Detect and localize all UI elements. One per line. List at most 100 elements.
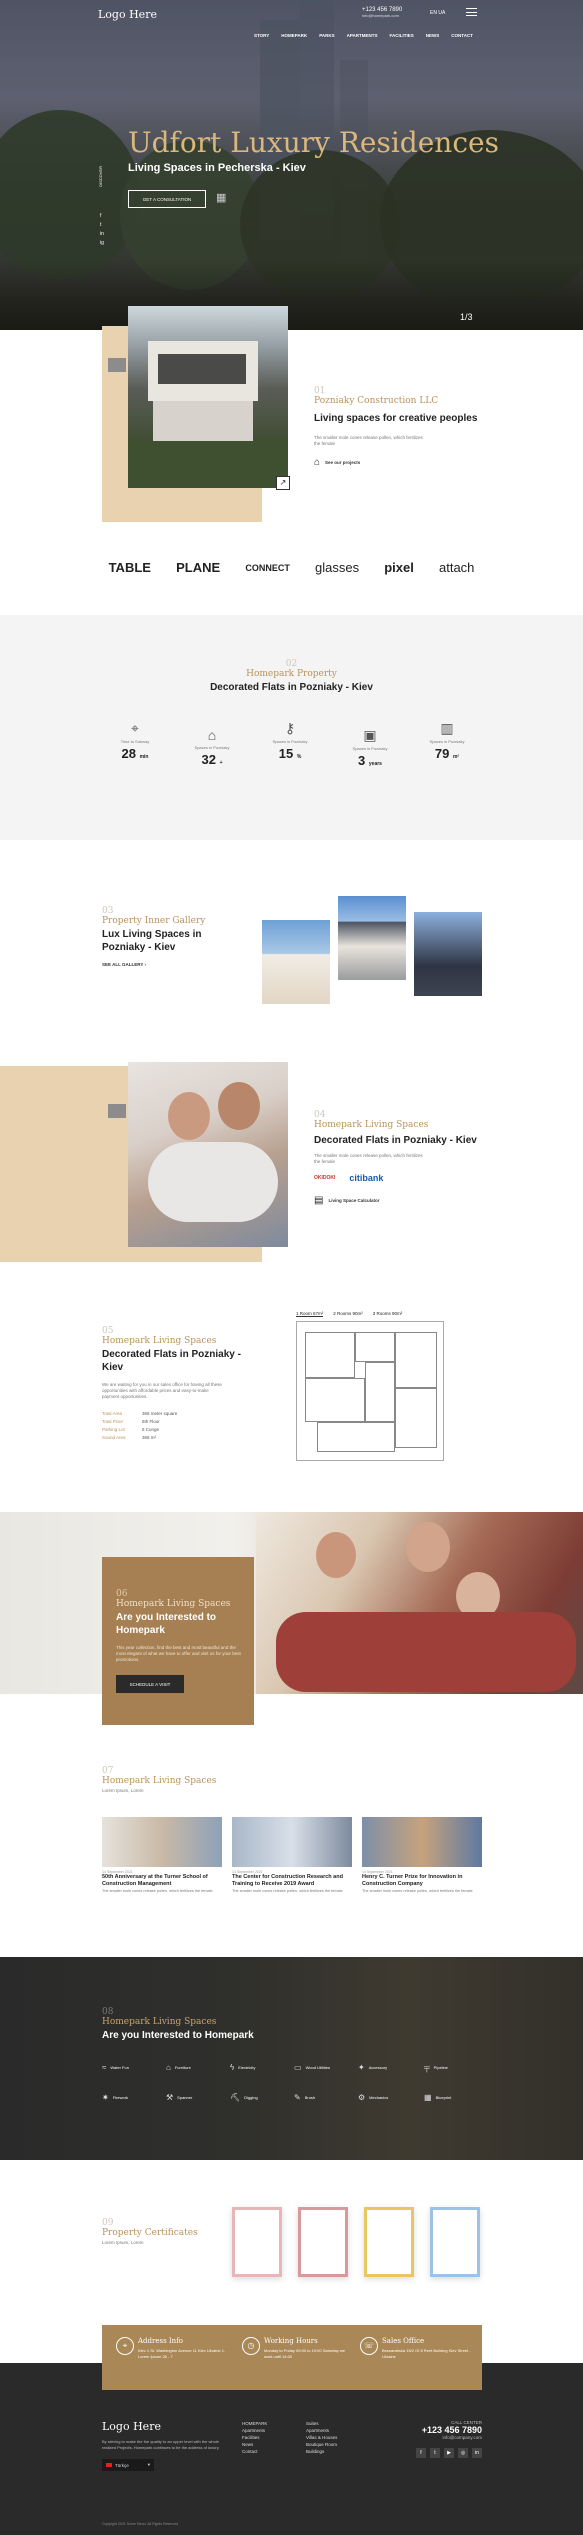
language-select[interactable]: Türkçe ▾ [102,2459,154,2471]
footer-link[interactable]: Boutique Room [306,2441,337,2448]
section-number: 01 [314,386,326,396]
certificate-image[interactable] [232,2207,282,2277]
service-item[interactable]: ⛏ Digging [230,2093,258,2102]
footer-link[interactable]: Buildings [306,2448,337,2455]
news-title[interactable]: 50th Anniversary at the Turner School of… [102,1874,222,1888]
person-shape [218,1082,260,1130]
tab-3-rooms[interactable]: 3 Rooms 90m² [373,1311,403,1317]
news-card: 14 September 2021 The Center for Constru… [232,1870,352,1894]
gallery-image[interactable] [262,920,330,1004]
service-item[interactable]: ✎ Brush [294,2093,315,2102]
gallery-link[interactable]: SEE ALL GALLERY › [102,962,212,967]
house-shape [153,401,253,441]
news-title[interactable]: Henry C. Turner Prize for Innovation in … [362,1874,482,1888]
news-title[interactable]: The Center for Construction Research and… [232,1874,352,1888]
site-logo[interactable]: Logo Here [98,8,157,21]
certificate-image[interactable] [364,2207,414,2277]
certificate-image[interactable] [298,2207,348,2277]
nav-item-news[interactable]: NEWS [426,33,440,38]
youtube-icon[interactable]: ▶ [444,2448,454,2458]
nav-item-contact[interactable]: CONTACT [451,33,473,38]
footer-link[interactable]: Apartments [306,2427,337,2434]
section-title: Homepark Property [246,669,337,679]
menu-icon[interactable] [466,8,477,16]
schedule-visit-button[interactable]: SCHEDULE A VISIT [116,1675,184,1693]
floor-plan [296,1321,444,1461]
slider-handle[interactable] [108,358,126,372]
brand-logo[interactable]: CONNECT [245,563,290,573]
gallery-image[interactable] [414,912,482,996]
partner-logo[interactable]: OKIDOKI [314,1175,335,1181]
service-item[interactable]: ⌂ Furniture [166,2063,191,2072]
service-item[interactable]: ⚒ Spanner [166,2093,192,2102]
room-shape [355,1332,395,1362]
info-title: Sales Office [382,2337,425,2345]
footer-link[interactable]: Apartments [242,2427,267,2434]
service-item[interactable]: ≈ Water Fun [102,2063,129,2072]
gallery-image[interactable] [338,896,406,980]
section-title: Property Certificates [102,2228,198,2238]
expand-icon[interactable]: ↗ [276,476,290,490]
partner-logo[interactable]: citibank [349,1173,383,1183]
service-item[interactable]: ⚙ Mechanics [358,2093,388,2102]
twitter-icon[interactable]: t [430,2448,440,2458]
brand-logo[interactable]: attach [439,560,474,575]
footer-link[interactable]: Facilities [242,2434,267,2441]
tab-2-rooms[interactable]: 2 Rooms 90m² [333,1311,363,1317]
spec-value: 365 meter square [142,1411,178,1416]
footer-email[interactable]: info@company.com [410,2435,482,2440]
header-email[interactable]: info@homepark.com [362,13,402,18]
linkedin-icon[interactable]: in [472,2448,482,2458]
service-item[interactable]: ϟ Electricity [230,2063,255,2072]
brand-logo[interactable]: glasses [315,560,359,575]
tab-1-room[interactable]: 1 Room 67m² [296,1311,324,1317]
nav-item-parks[interactable]: PARKS [319,33,334,38]
service-item[interactable]: ▦ Blueprint [424,2093,451,2102]
service-label: Electricity [238,2065,256,2070]
brand-logo[interactable]: TABLE [109,560,151,575]
brand-logo[interactable]: PLANE [176,560,220,575]
contact-info-bar: ⌖ Address Info Kiev 1 St. Washington Ave… [102,2325,482,2390]
nav-item-facilities[interactable]: FACILITIES [390,33,414,38]
section-title: Pozniaky Construction LLC [314,396,439,406]
service-item[interactable]: ✦ Accessory [358,2063,387,2072]
footer-link[interactable]: Contact [242,2448,267,2455]
news-image[interactable] [362,1817,482,1867]
calculator-link[interactable]: Living Space Calculator [328,1198,379,1203]
projects-link[interactable]: See our projects [325,460,360,465]
facebook-icon[interactable]: f [100,212,104,221]
shovel-icon: ⛏ [230,2093,241,2102]
nav-item-apartments[interactable]: APARTMENTS [347,33,378,38]
news-header: 07 Homepark Living Spaces Lorem Ipsum, L… [102,1766,216,1794]
header-contact[interactable]: +123 456 7890 info@homepark.com [362,7,402,18]
news-image[interactable] [102,1817,222,1867]
instagram-icon[interactable]: ig [100,239,104,248]
footer-logo[interactable]: Logo Here [102,2420,222,2433]
linkedin-icon[interactable]: in [100,230,104,239]
footer-link[interactable]: Villas & Houses [306,2434,337,2441]
consultation-button[interactable]: GET A CONSULTATION [128,190,206,208]
language-switch[interactable]: EN UA [430,10,445,16]
facebook-icon[interactable]: f [416,2448,426,2458]
key-icon: ⚷ [284,720,296,736]
footer-link[interactable]: HOMEPARK [242,2420,267,2427]
service-label: Accessory [368,2065,388,2070]
gear-icon: ⚙ [358,2093,366,2102]
slider-handle[interactable] [108,1104,126,1118]
service-label: Mechanics [369,2095,389,2100]
service-item[interactable]: ✷ Firework [102,2093,128,2102]
footer-link[interactable]: Suites [306,2420,337,2427]
brand-logo[interactable]: pixel [384,560,414,575]
instagram-icon[interactable]: ◎ [458,2448,468,2458]
twitter-icon[interactable]: t [100,221,104,230]
footer-link[interactable]: News [242,2441,267,2448]
service-item[interactable]: ╤ Pipeline [424,2063,448,2072]
calendar-icon[interactable]: ▦ [216,191,232,205]
service-item[interactable]: ▭ Wood Utilities [294,2063,330,2072]
nav-item-story[interactable]: STORY [254,33,269,38]
certificate-image[interactable] [430,2207,480,2277]
gallery-link-label[interactable]: SEE ALL GALLERY [102,962,143,967]
news-image[interactable] [232,1817,352,1867]
nav-item-homepark[interactable]: HOMEPARK [281,33,307,38]
footer-phone[interactable]: +123 456 7890 [410,2425,482,2435]
